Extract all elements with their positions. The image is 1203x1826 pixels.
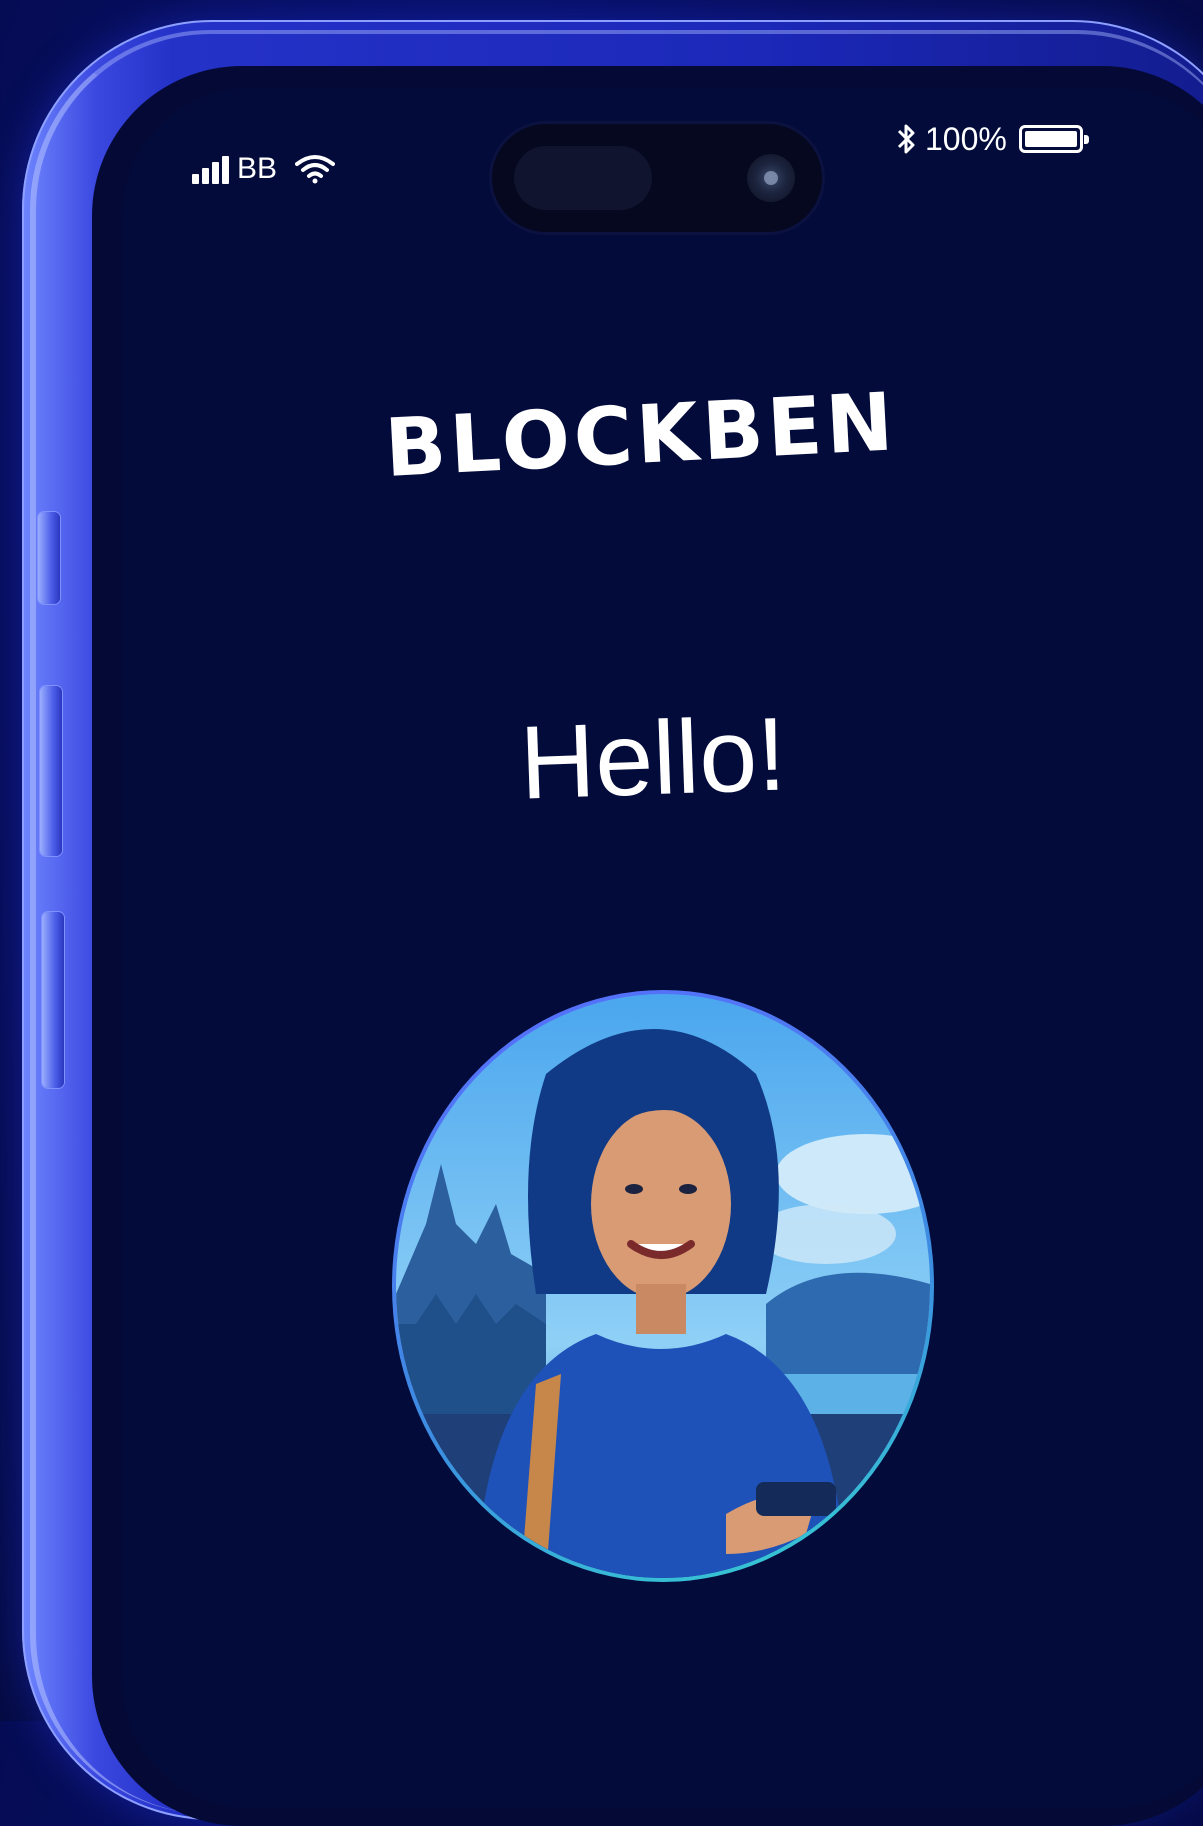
battery-percentage: 100% [925,121,1007,157]
island-sensor [514,146,652,210]
profile-avatar-icon[interactable] [396,994,930,1578]
volume-up-button[interactable] [40,686,62,856]
dynamic-island [492,124,822,232]
signal-strength-icon [192,156,229,184]
bluetooth-icon [897,124,915,154]
action-button[interactable] [38,512,60,604]
wifi-icon [295,155,336,184]
battery-icon [1018,125,1089,153]
status-bar-right: 100% [895,121,1089,157]
front-camera-icon [747,154,795,202]
status-bar-left: BB [192,152,336,185]
volume-down-button[interactable] [42,912,64,1088]
battery-fill [1024,131,1077,147]
carrier-label: BB [237,152,278,185]
avatar-ring [392,990,934,1582]
greeting-heading: Hello! [518,696,788,822]
